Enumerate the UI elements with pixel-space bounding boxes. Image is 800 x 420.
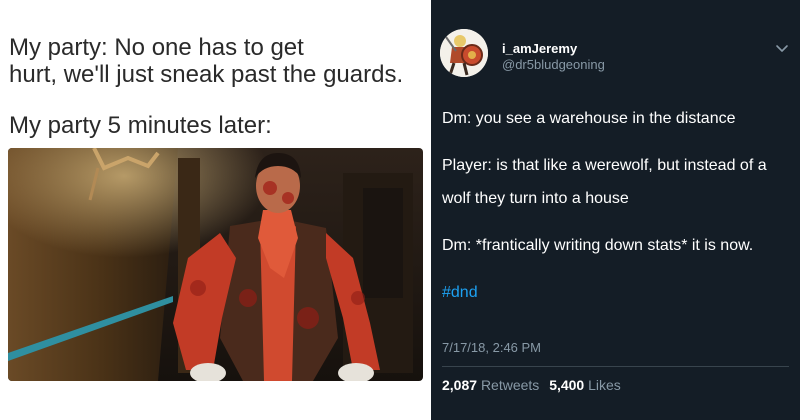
retweets-count: 2,087 [442,377,478,393]
meme-setup-line-1: My party: No one has to get [9,34,304,61]
meme-setup-line-2: hurt, we'll just sneak past the guards. [9,61,404,88]
warrior-avatar-icon [440,29,488,77]
tweet-line-1: Dm: you see a warehouse in the distance [442,110,736,127]
tweet-timestamp[interactable]: 7/17/18, 2:46 PM [442,340,541,355]
meme-composite: My party: No one has to get hurt, we'll … [0,0,800,420]
retweets-label: Retweets [480,377,540,393]
meme-setup-text: My party: No one has to get hurt, we'll … [9,34,403,88]
retweets-stat[interactable]: 2,087 Retweets [442,377,539,393]
likes-count: 5,400 [549,377,585,393]
tweet-line-3: Dm: *frantically writing down stats* it … [442,237,754,254]
display-name[interactable]: i_amJeremy [502,41,577,56]
tweet-line-2: Player: is that like a werewolf, but ins… [442,157,767,207]
chevron-down-icon[interactable] [772,38,792,58]
chevron-down-glyph [776,45,788,52]
likes-stat[interactable]: 5,400 Likes [549,377,621,393]
blood-soaked-vampire-photo [8,148,423,381]
meme-panel: My party: No one has to get hurt, we'll … [0,0,431,420]
user-handle[interactable]: @dr5bludgeoning [502,57,605,72]
tweet-card: i_amJeremy @dr5bludgeoning Dm: you see a… [431,0,800,420]
hashtag-link[interactable]: #dnd [442,276,787,309]
divider [442,366,789,367]
avatar[interactable] [440,29,488,77]
engagement-stats: 2,087 Retweets 5,400 Likes [442,377,621,393]
meme-caption: My party 5 minutes later: [9,112,272,139]
meme-photo [8,148,423,381]
likes-label: Likes [588,377,621,393]
tweet-text: Dm: you see a warehouse in the distance … [442,102,787,309]
